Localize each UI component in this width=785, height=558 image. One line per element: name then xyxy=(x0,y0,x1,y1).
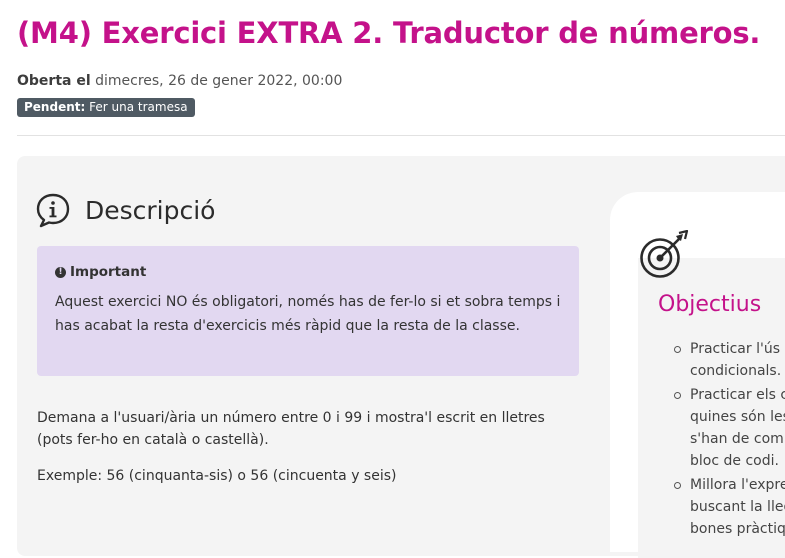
description-paragraph-1: Demana a l'usuari/ària un número entre 0… xyxy=(37,410,545,448)
objective-line: Practicar l'ús d xyxy=(690,341,785,357)
description-paragraph-2: Exemple: 56 (cinquanta-sis) o 56 (cincue… xyxy=(37,468,397,484)
opened-label: Oberta el xyxy=(17,73,91,89)
objective-line: quines són les xyxy=(690,409,785,425)
objective-item: Practicar l'ús d condicionals. xyxy=(660,338,785,382)
alert-title-text: Important xyxy=(70,264,147,280)
target-icon xyxy=(638,229,690,286)
objective-line: bones pràctiq xyxy=(690,521,785,537)
objectives-heading: Objectius xyxy=(658,292,762,317)
objective-line: s'han de com xyxy=(690,431,784,447)
alert-text: Aquest exercici NO és obligatori, només … xyxy=(55,294,561,334)
objective-line: buscant la lleg xyxy=(690,499,785,515)
objective-line: bloc de codi. xyxy=(690,453,779,469)
important-alert: ! Important Aquest exercici NO és obliga… xyxy=(37,246,579,376)
objective-line: condicionals. xyxy=(690,363,782,379)
info-speech-icon xyxy=(35,193,71,233)
exclamation-icon: ! xyxy=(55,266,66,278)
header-divider xyxy=(17,135,785,136)
description-heading: Descripció xyxy=(85,196,216,225)
objective-line: Practicar els c xyxy=(690,387,785,403)
status-badge: Pendent: Fer una tramesa xyxy=(17,98,195,117)
objective-item: Millora l'expres buscant la lleg bones p… xyxy=(660,474,785,540)
activity-dates: Oberta el dimecres, 26 de gener 2022, 00… xyxy=(17,73,342,89)
page-title: (M4) Exercici EXTRA 2. Traductor de núme… xyxy=(17,16,761,50)
opened-date: dimecres, 26 de gener 2022, 00:00 xyxy=(95,73,343,89)
objective-item: Practicar els c quines són les s'han de … xyxy=(660,384,785,472)
objectives-list: Practicar l'ús d condicionals. Practicar… xyxy=(660,338,785,542)
status-label: Pendent: xyxy=(24,100,86,114)
alert-title: ! Important xyxy=(55,264,561,280)
status-value: Fer una tramesa xyxy=(89,100,188,114)
objective-line: Millora l'expres xyxy=(690,477,785,493)
